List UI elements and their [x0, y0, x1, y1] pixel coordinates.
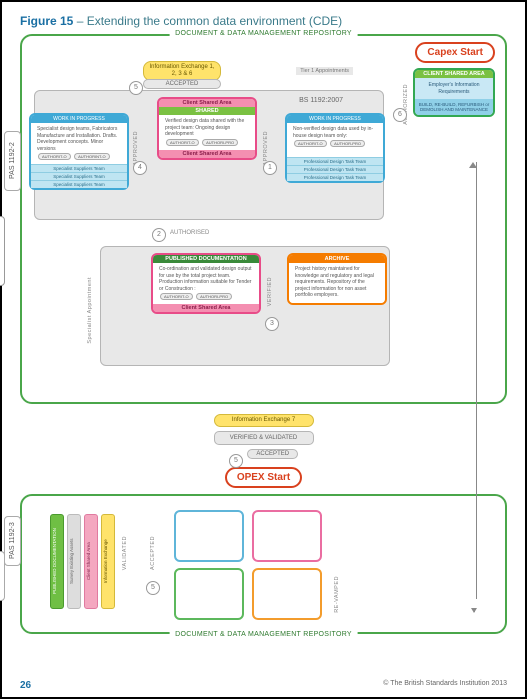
mini-btn: AUTHORI-PRO [196, 293, 232, 300]
validated-vlabel: VALIDATED [122, 536, 128, 570]
page-number: 26 [20, 680, 31, 691]
feedback-arrowhead-icon [469, 158, 477, 168]
revamped-vlabel: RE-VAMPED [334, 576, 340, 613]
mini-btn: AUTHORIT-O [166, 139, 199, 146]
opex-repository-box: DOCUMENT & DATA MANAGEMENT REPOSITORY PA… [20, 494, 507, 634]
sidetab-opex: OPEX [0, 551, 5, 601]
footer: 26 © The British Standards Institution 2… [20, 680, 507, 691]
client-shared-bar: Client Shared Area [153, 304, 259, 312]
mini-btn: AUTHOR-PRO [330, 140, 365, 147]
published-doc-body: Co-ordination and validated design outpu… [153, 263, 259, 304]
arrow-connector [474, 611, 475, 612]
shared-bar: SHARED [159, 107, 255, 115]
strip-info-exchange: Information Exchange [101, 514, 115, 609]
team-bar: Professional Design Task Team [287, 157, 383, 165]
tier1-label: Tier 1 Appointments [296, 67, 353, 75]
mini-btn: AUTHORIT-O [38, 153, 71, 160]
archive-body: Project history maintained for knowledge… [289, 263, 385, 303]
sidetab-pas-1192-2: PAS 1192-2 [4, 131, 21, 191]
client-shared-bar-top: Client Shared Area [159, 99, 255, 107]
circle-4: 4 [133, 161, 147, 175]
client-shared-bar-bottom: Client Shared Area [159, 150, 255, 158]
eir-body: Employer's Information Requirements [415, 78, 493, 99]
capex-start-badge: Capex Start [415, 42, 495, 63]
build-body: BUILD, RE-BUILD, REFURBISH or DEMOLISH A… [415, 99, 493, 115]
published-doc-header: PUBLISHED DOCUMENTATION [153, 255, 259, 263]
repo-label-top: DOCUMENT & DATA MANAGEMENT REPOSITORY [169, 30, 358, 37]
mini-btn: AUTHORINT-O [74, 153, 110, 160]
team-bar: Specialist Suppliers Team [31, 180, 127, 188]
strip-client-shared: Client Shared Area [84, 514, 98, 609]
circle-5-bottom: 5 [146, 581, 160, 595]
design-wip-box: WORK IN PROGRESS Non-verified design dat… [285, 113, 385, 183]
lower-grey-panel: Specialist Appointment PUBLISHED DOCUMEN… [100, 246, 390, 366]
figure-number: Figure 15 [20, 14, 73, 28]
published-doc-box: PUBLISHED DOCUMENTATION Co-ordination an… [151, 253, 261, 314]
shared-body: Verified design data shared with the pro… [159, 115, 255, 150]
opex-box-blue [174, 510, 244, 562]
circle-1: 1 [263, 161, 277, 175]
opex-start-badge: OPEX Start [225, 467, 302, 488]
team-bar: Professional Design Task Team [287, 165, 383, 173]
mini-btn: AUTHORIT-O [294, 140, 327, 147]
circle-5-mid: 5 [229, 454, 243, 468]
bs1192-label: BS 1192:2007 [299, 97, 343, 104]
team-bar: Professional Design Task Team [287, 173, 383, 181]
opex-box-green [174, 568, 244, 620]
repo-label-bottom: DOCUMENT & DATA MANAGEMENT REPOSITORY [169, 631, 358, 638]
authorised-label: AUTHORISED [170, 230, 209, 236]
between-zone: Information Exchange 7 VERIFIED & VALIDA… [20, 410, 507, 488]
team-bar: Specialist Suppliers Team [31, 172, 127, 180]
feedback-line [476, 162, 477, 599]
client-shared-header: CLIENT SHARED AREA [415, 70, 493, 78]
design-wip-header: WORK IN PROGRESS [287, 115, 383, 123]
mini-btn: AUTHORI-PRO [202, 139, 238, 146]
shared-box: Client Shared Area SHARED Verified desig… [157, 97, 257, 160]
design-wip-body: Non-verified design data used by in-hous… [287, 123, 383, 157]
figure-subtitle: – Extending the common data environment … [77, 14, 342, 28]
accepted-label-mid: ACCEPTED [247, 449, 298, 459]
team-bar: Specialist Suppliers Team [31, 164, 127, 172]
circle-3: 3 [265, 317, 279, 331]
figure-title: Figure 15 – Extending the common data en… [20, 14, 507, 28]
client-shared-area-box: CLIENT SHARED AREA Employer's Informatio… [413, 68, 495, 117]
circle-6: 6 [393, 108, 407, 122]
sidetab-capex: CAPEX [0, 216, 5, 286]
accepted-vlabel: ACCEPTED [150, 536, 156, 570]
page: Figure 15 – Extending the common data en… [0, 0, 527, 699]
opex-box-pink [252, 510, 322, 562]
archive-header: ARCHIVE [289, 255, 385, 263]
verified-validated-label: VERIFIED & VALIDATED [214, 431, 314, 445]
copyright: © The British Standards Institution 2013 [383, 680, 507, 691]
strip-survey: Survey Existing Assets [67, 514, 81, 609]
capex-repository-box: DOCUMENT & DATA MANAGEMENT REPOSITORY PA… [20, 34, 507, 404]
left-strip-stack: PUBLISHED DOCUMENTATION Survey Existing … [50, 514, 115, 609]
info-exchange-7: Information Exchange 7 [214, 414, 314, 427]
upper-grey-panel: Information Exchange 1, 2, 3 & 6 ACCEPTE… [34, 90, 384, 220]
circle-2: 2 [152, 228, 166, 242]
mini-btn: AUTHORIT-O [160, 293, 193, 300]
circle-5-top: 5 [129, 81, 143, 95]
accepted-label-top: ACCEPTED [143, 79, 221, 89]
archive-box: ARCHIVE Project history maintained for k… [287, 253, 387, 305]
suppliers-wip-header: WORK IN PROGRESS [31, 115, 127, 123]
suppliers-wip-body: Specialist design teams, Fabricators Man… [31, 123, 127, 164]
opex-box-orange [252, 568, 322, 620]
verified-vlabel: VERIFIED [267, 277, 273, 306]
suppliers-wip-box: WORK IN PROGRESS Specialist design teams… [29, 113, 129, 190]
strip-published: PUBLISHED DOCUMENTATION [50, 514, 64, 609]
sidetab-pas-1192-3: PAS 1192-3 [4, 516, 21, 566]
specialist-appointment-vlabel: Specialist Appointment [87, 277, 93, 344]
